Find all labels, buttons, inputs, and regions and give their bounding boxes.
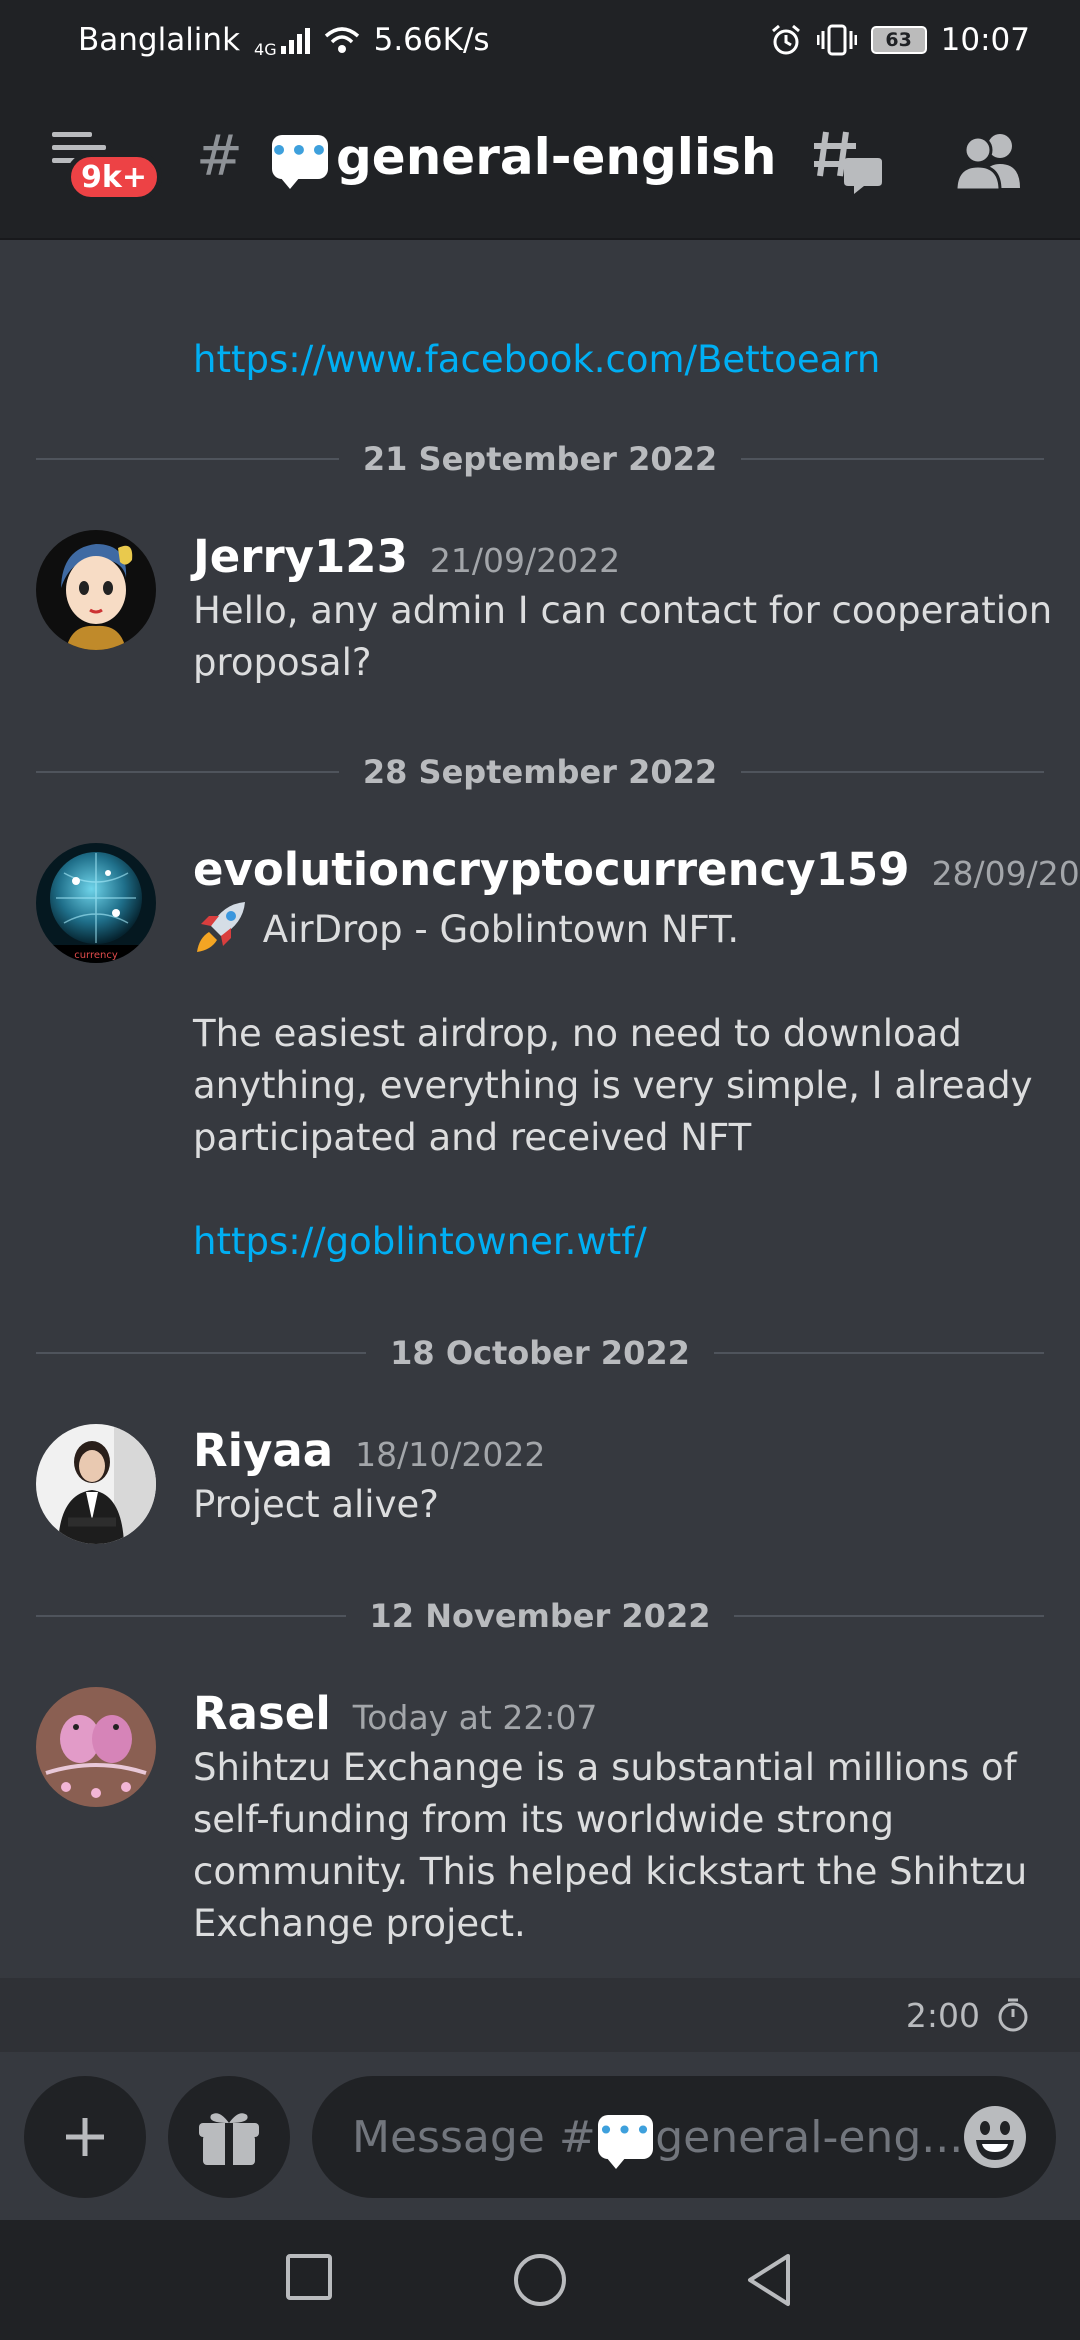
channel-name: general-english [336,128,777,186]
timestamp: 18/10/2022 [355,1435,546,1474]
timestamp: 28/09/2022 [931,854,1080,893]
input-placeholder-suffix: general-eng... [655,2111,964,2163]
status-left: Banglalink 4G 5.66K/s [78,22,490,59]
timestamp: Today at 22:07 [352,1698,598,1737]
date-divider: 21 September 2022 [36,439,1044,479]
network-type: 4G [254,39,277,59]
clock: 10:07 [940,22,1030,58]
message-link[interactable]: https://goblintowner.wtf/ [193,1216,1053,1268]
channel-title[interactable]: ••• general-english [270,128,777,189]
channel-header: 9k+ # ••• general-english [0,80,1080,240]
slowmode-bar: 2:00 [0,1978,1080,2052]
recent-apps-button[interactable] [284,2252,334,2302]
speech-bubble-icon: ••• [597,2115,654,2169]
system-nav-bar [0,2220,1080,2340]
message-header: evolutioncryptocurrency159 28/09/2022 [193,843,1080,896]
message-header: Riyaa 18/10/2022 [193,1424,1053,1477]
message-text: Hello, any admin I can contact for coope… [193,589,1053,684]
battery-icon: 63 [870,26,927,54]
avatar[interactable] [36,1687,156,1807]
message-header: Rasel Today at 22:07 [193,1687,1053,1740]
message-text: AirDrop - Goblintown NFT. The easiest ai… [193,898,1053,1268]
stopwatch-icon [998,1998,1028,2032]
airdrop-description: The easiest airdrop, no need to download… [193,1012,1033,1159]
alarm-icon [771,24,800,55]
date-divider: 28 September 2022 [36,752,1044,792]
username[interactable]: Riyaa [193,1424,333,1477]
members-icon[interactable] [954,128,1024,192]
message-body: Riyaa 18/10/2022 Project alive? [193,1424,1053,1531]
status-right: 63 10:07 [769,22,1030,58]
timestamp: 21/09/2022 [429,541,621,580]
message-list[interactable]: https://www.facebook.com/Bettoearn 21 Se… [0,240,1080,1978]
username[interactable]: Rasel [193,1687,331,1740]
emoji-icon[interactable] [962,2104,1028,2170]
date-divider: 18 October 2022 [36,1333,1044,1373]
unread-badge: 9k+ [66,152,162,202]
avatar[interactable]: currency [36,843,156,963]
wifi-icon [324,27,359,53]
plus-icon [66,2118,104,2156]
network-speed: 5.66K/s [373,22,490,58]
message-text: Shihtzu Exchange is a substantial millio… [193,1746,1028,1945]
gift-button[interactable] [168,2076,290,2198]
vibrate-icon [816,24,857,56]
date-divider: 12 November 2022 [36,1596,1044,1636]
svg-text:currency: currency [74,950,118,961]
avatar[interactable] [36,530,156,650]
composer-bar: Message # ••• general-eng... [0,2052,1080,2220]
carrier-name: Banglalink [78,22,241,58]
message-header: Jerry123 21/09/2022 [193,530,1053,583]
message-input[interactable]: Message # ••• general-eng... [312,2076,1056,2198]
back-button[interactable] [744,2252,794,2308]
airdrop-title: AirDrop - Goblintown NFT. [262,908,740,951]
message-text: Project alive? [193,1483,439,1526]
gift-icon [199,2113,259,2165]
home-button[interactable] [512,2252,568,2308]
threads-icon[interactable] [812,126,884,198]
message-body: evolutioncryptocurrency159 28/09/2022 Ai… [193,843,1080,1268]
message-link[interactable]: https://www.facebook.com/Bettoearn [193,338,880,381]
avatar[interactable] [36,1424,156,1544]
slowmode-timer: 2:00 [905,1995,980,2035]
username[interactable]: Jerry123 [193,530,408,583]
signal-icon [280,26,310,54]
channel-hash-icon: # [196,124,243,189]
status-bar: Banglalink 4G 5.66K/s 63 10:07 [0,0,1080,80]
message-body: Jerry123 21/09/2022 Hello, any admin I c… [193,530,1053,689]
username[interactable]: evolutioncryptocurrency159 [193,843,910,896]
speech-bubble-icon: ••• [270,135,328,189]
input-placeholder-prefix: Message # [352,2111,596,2163]
rocket-icon [197,902,245,952]
message-body: Rasel Today at 22:07 Shihtzu Exchange is… [193,1687,1053,1950]
attach-button[interactable] [24,2076,146,2198]
